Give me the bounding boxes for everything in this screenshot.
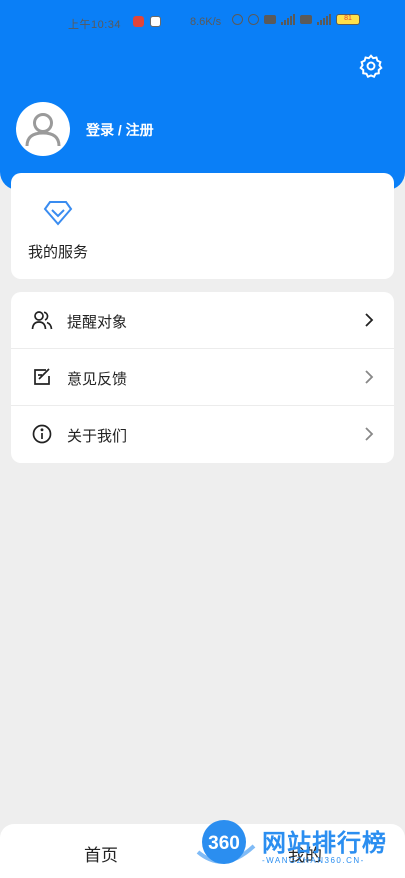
chevron-right-icon (365, 427, 374, 441)
status-icons: 81 (232, 14, 360, 25)
my-services-title: 我的服务 (28, 244, 89, 261)
menu-list: 提醒对象 意见反馈 关于我们 (11, 292, 394, 463)
signal-icon-2 (317, 14, 331, 25)
settings-gear-icon[interactable] (358, 53, 384, 79)
menu-label: 提醒对象 (67, 314, 128, 331)
my-services-card: 我的服务 (11, 173, 394, 279)
status-time: 上午10:34 (68, 19, 122, 31)
menu-label: 关于我们 (67, 428, 128, 445)
hd-icon-2 (300, 15, 312, 24)
avatar[interactable] (16, 102, 70, 156)
menu-label: 意见反馈 (67, 371, 128, 388)
app-notification-icon (150, 16, 161, 27)
info-icon (32, 424, 52, 444)
alarm-icon (248, 14, 259, 25)
login-register-link[interactable]: 登录 / 注册 (86, 120, 154, 140)
weibo-notification-icon (133, 16, 144, 27)
watermark-logo-text: 360 (208, 833, 240, 854)
profile-header: 上午10:34 8.6K/s 81 登录 / 注册 (0, 0, 405, 190)
watermark-title: 网站排行榜 (262, 830, 387, 857)
menu-item-about-us[interactable]: 关于我们 (11, 406, 394, 463)
hd-icon (264, 15, 276, 24)
menu-item-feedback[interactable]: 意见反馈 (11, 349, 394, 406)
watermark-subtitle: -WANGZHAN360.CN- (262, 856, 365, 865)
chevron-right-icon (365, 313, 374, 327)
watermark-logo-icon: 360 (196, 820, 256, 864)
people-icon (31, 311, 53, 330)
status-bar: 上午10:34 8.6K/s 81 (0, 0, 405, 44)
menu-item-reminder-targets[interactable]: 提醒对象 (11, 292, 394, 349)
battery-icon: 81 (336, 14, 360, 25)
chevron-right-icon (365, 370, 374, 384)
diamond-icon[interactable] (43, 199, 73, 227)
user-avatar-icon (25, 113, 61, 147)
edit-icon (34, 368, 50, 385)
signal-icon (281, 14, 295, 25)
mute-icon (232, 14, 243, 25)
tab-home[interactable]: 首页 (84, 841, 118, 866)
network-speed: 8.6K/s (190, 16, 222, 28)
